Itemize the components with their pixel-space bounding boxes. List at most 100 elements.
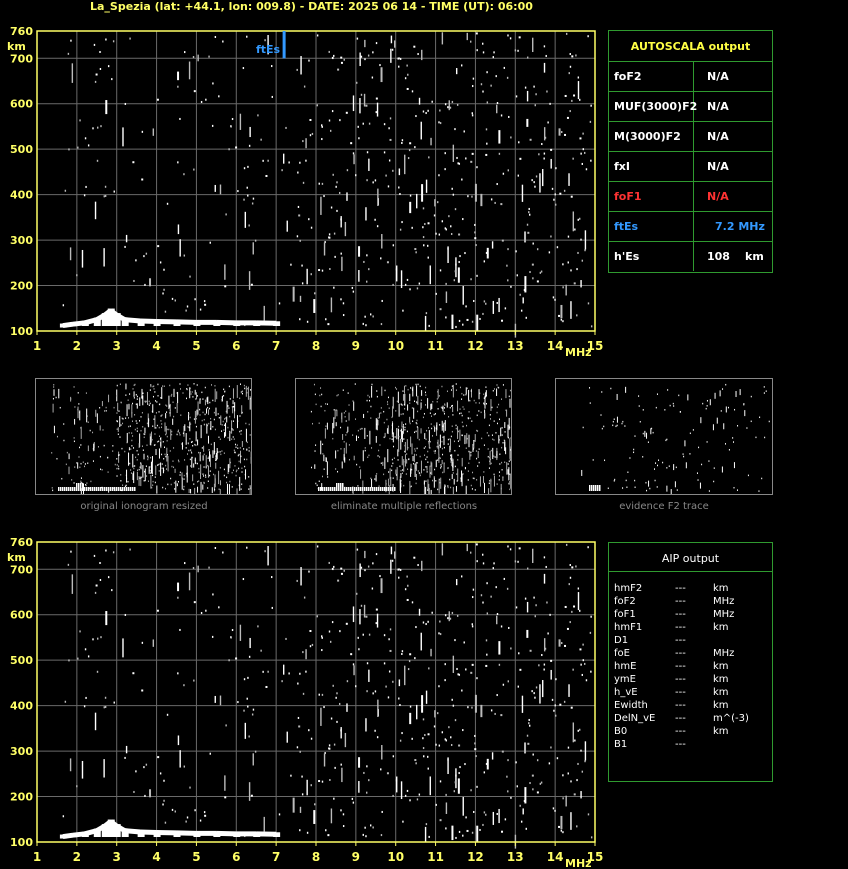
noise-dot bbox=[584, 741, 587, 761]
thumb-dot bbox=[613, 418, 615, 420]
noise-dot bbox=[171, 808, 174, 811]
y-tick-label: 600 bbox=[10, 609, 33, 622]
thumb-dot bbox=[451, 405, 453, 407]
thumb-dot bbox=[194, 389, 196, 395]
thumb-dot bbox=[357, 436, 359, 439]
thumb-dot bbox=[177, 430, 179, 433]
thumb-dot bbox=[437, 391, 439, 393]
thumb-dot bbox=[669, 404, 671, 407]
thumb-dot bbox=[155, 449, 157, 456]
noise-dot bbox=[465, 668, 467, 671]
thumb-dot bbox=[370, 417, 372, 419]
thumb-dot bbox=[427, 450, 429, 453]
thumb-dot bbox=[392, 462, 394, 465]
thumb-dot bbox=[195, 425, 197, 428]
thumb-dot bbox=[496, 422, 498, 425]
thumb-dot bbox=[500, 483, 502, 494]
noise-dot bbox=[579, 609, 581, 612]
thumb-dot bbox=[158, 448, 160, 459]
thumb-dot bbox=[603, 425, 605, 428]
thumb-trace bbox=[66, 487, 68, 491]
noise-dot bbox=[336, 720, 338, 723]
thumb-dot bbox=[441, 459, 443, 465]
thumb-dot bbox=[377, 455, 379, 457]
thumb-dot bbox=[385, 483, 387, 485]
thumb-dot bbox=[420, 408, 422, 410]
noise-dot bbox=[526, 601, 529, 613]
noise-dot bbox=[398, 576, 400, 579]
noise-dot bbox=[541, 654, 543, 657]
noise-dot bbox=[587, 546, 589, 549]
thumb-dot bbox=[432, 400, 434, 403]
thumb-dot bbox=[416, 419, 418, 422]
thumb-dot bbox=[183, 478, 185, 480]
noise-dot bbox=[186, 816, 189, 819]
thumb-dot bbox=[63, 423, 65, 425]
thumb-dot bbox=[355, 418, 357, 420]
row-separator bbox=[693, 62, 694, 91]
thumb-dot bbox=[403, 424, 405, 426]
thumb-dot bbox=[203, 453, 205, 456]
thumb-dot bbox=[213, 483, 215, 492]
noise-dot bbox=[387, 696, 390, 699]
thumb-dot bbox=[398, 435, 400, 438]
thumb-dot bbox=[234, 451, 236, 454]
thumb-dot bbox=[175, 480, 177, 493]
thumb-dot bbox=[155, 400, 157, 402]
thumb-dot bbox=[142, 465, 144, 478]
thumb-dot bbox=[160, 437, 162, 440]
noise-dot bbox=[163, 799, 165, 802]
thumb-dot bbox=[409, 416, 411, 423]
thumb-dot bbox=[212, 450, 214, 458]
noise-dot bbox=[308, 570, 310, 573]
noise-dot bbox=[132, 672, 135, 675]
noise-dot bbox=[582, 659, 584, 662]
thumb-dot bbox=[427, 398, 429, 409]
thumb-dot bbox=[179, 383, 181, 385]
thumb-trace bbox=[334, 487, 336, 491]
noise-dot bbox=[379, 575, 381, 578]
thumb-trace bbox=[94, 487, 96, 491]
noise-dot bbox=[254, 750, 257, 753]
noise-dot bbox=[406, 598, 409, 601]
caption-original: original ionogram resized bbox=[80, 501, 208, 512]
aip-unit: MHz bbox=[713, 609, 735, 620]
noise-dot bbox=[550, 669, 552, 680]
thumb-dot bbox=[327, 476, 329, 478]
thumb-dot bbox=[654, 479, 656, 482]
thumb-dot bbox=[219, 489, 221, 494]
thumb-dot bbox=[107, 471, 109, 473]
x-tick-label: 12 bbox=[467, 850, 484, 864]
thumb-dot bbox=[335, 450, 337, 459]
thumb-dot bbox=[227, 405, 229, 407]
thumb-dot bbox=[136, 427, 138, 430]
thumb-dot bbox=[248, 423, 250, 426]
thumb-dot bbox=[415, 473, 417, 480]
thumb-dot bbox=[495, 432, 497, 434]
noise-dot bbox=[224, 796, 227, 799]
noise-dot bbox=[502, 683, 505, 686]
thumb-trace bbox=[322, 487, 324, 491]
noise-dot bbox=[367, 565, 370, 568]
thumb-dot bbox=[87, 445, 89, 452]
thumb-dot bbox=[137, 453, 139, 456]
thumb-dot bbox=[409, 402, 411, 404]
thumb-dot bbox=[348, 412, 350, 421]
thumb-dot bbox=[131, 439, 133, 442]
thumb-dot bbox=[133, 384, 135, 387]
thumb-dot bbox=[763, 392, 765, 394]
noise-dot bbox=[320, 707, 322, 726]
thumb-dot bbox=[228, 464, 230, 473]
noise-dot bbox=[448, 611, 450, 622]
thumb-dot bbox=[438, 444, 440, 447]
thumb-trace bbox=[90, 487, 92, 491]
thumb-dot bbox=[418, 472, 420, 474]
noise-dot bbox=[363, 604, 366, 618]
noise-dot bbox=[300, 567, 302, 586]
thumb-dot bbox=[53, 384, 55, 386]
noise-dot bbox=[450, 744, 453, 747]
thumb-dot bbox=[410, 485, 412, 488]
noise-dot bbox=[561, 642, 563, 645]
thumb-dot bbox=[138, 443, 140, 448]
noise-dot bbox=[568, 684, 570, 697]
